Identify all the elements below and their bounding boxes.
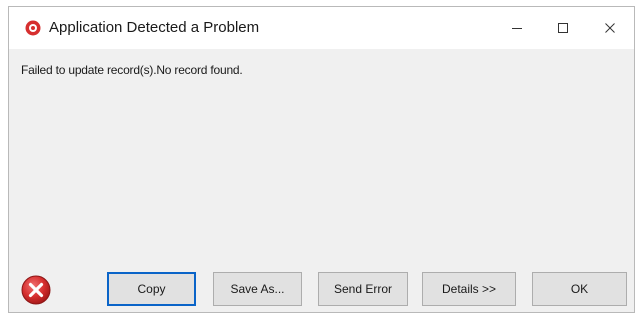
details-button[interactable]: Details >> [422, 272, 516, 306]
save-as-button[interactable]: Save As... [213, 272, 302, 306]
window-title: Application Detected a Problem [49, 19, 260, 36]
copy-button[interactable]: Copy [107, 272, 196, 306]
close-button[interactable] [587, 7, 633, 49]
title-bar[interactable]: Application Detected a Problem [9, 7, 634, 49]
maximize-icon [558, 23, 568, 33]
close-icon [605, 23, 615, 33]
error-message: Failed to update record(s).No record fou… [21, 63, 243, 77]
app-error-icon [25, 20, 41, 36]
maximize-button[interactable] [540, 7, 586, 49]
minimize-icon [512, 28, 522, 29]
ok-button[interactable]: OK [532, 272, 627, 306]
minimize-button[interactable] [494, 7, 540, 49]
error-dialog: Application Detected a Problem Failed to… [8, 6, 635, 313]
send-error-button[interactable]: Send Error [318, 272, 408, 306]
error-x-icon [21, 275, 51, 305]
